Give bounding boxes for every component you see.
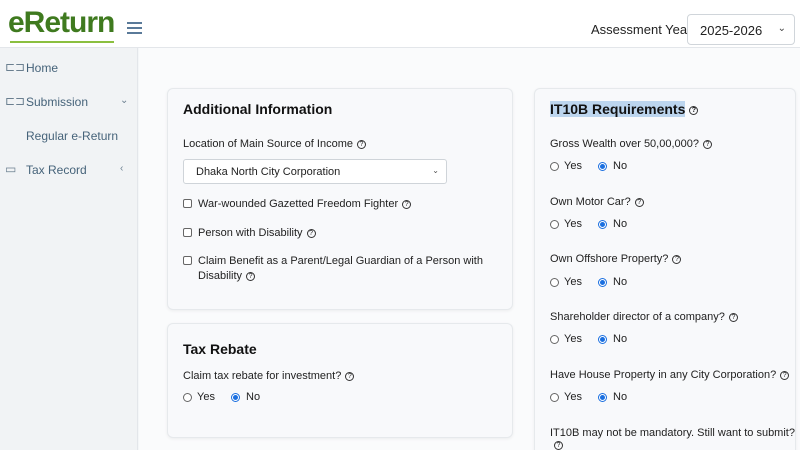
radio-no[interactable] xyxy=(231,393,240,402)
location-label: Location of Main Source of Income? xyxy=(183,138,366,150)
help-icon[interactable]: ? xyxy=(306,228,316,238)
tax-record-icon: ▭ xyxy=(5,162,17,176)
checkbox-label: Person with Disability? xyxy=(198,226,316,241)
radio-no-label: No xyxy=(613,333,628,345)
chevron-down-icon: ⌄ xyxy=(777,23,786,34)
card-title: Tax Rebate xyxy=(183,341,257,357)
sidebar-item-label: Tax Record xyxy=(26,163,87,177)
radio-yes-label: Yes xyxy=(564,276,582,288)
radio-yes[interactable] xyxy=(550,162,559,171)
card-title: IT10B Requirements? xyxy=(550,101,699,117)
help-icon[interactable]: ? xyxy=(634,197,644,207)
additional-information-card: Additional Information Location of Main … xyxy=(167,88,513,310)
help-icon[interactable]: ? xyxy=(689,105,699,115)
assessment-year-label: Assessment Year xyxy=(591,22,692,37)
radio-yes-label: Yes xyxy=(197,391,215,403)
car-icon: ⊏⊐ xyxy=(5,60,26,74)
radio-no[interactable] xyxy=(598,162,607,171)
help-icon[interactable]: ? xyxy=(780,370,790,380)
chevron-down-icon: ⌄ xyxy=(432,166,439,175)
sidebar-item-regular-ereturn[interactable]: Regular e-Return xyxy=(0,125,138,149)
it10b-question: Gross Wealth over 50,00,000?? xyxy=(550,138,712,150)
sidebar-item-submission[interactable]: ⊏⊐ Submission ⌄ xyxy=(0,91,138,115)
sidebar-item-label: Submission xyxy=(26,95,89,109)
radio-no-label: No xyxy=(613,160,628,172)
radio-no-label: No xyxy=(246,391,261,403)
location-value: Dhaka North City Corporation xyxy=(196,166,341,178)
checkbox-disability[interactable] xyxy=(183,228,192,237)
it10b-question: Shareholder director of a company?? xyxy=(550,311,738,323)
radio-yes[interactable] xyxy=(550,335,559,344)
it10b-question: Own Offshore Property?? xyxy=(550,253,682,265)
location-select[interactable]: Dhaka North City Corporation ⌄ xyxy=(183,159,447,184)
radio-yes[interactable] xyxy=(550,220,559,229)
help-icon[interactable]: ? xyxy=(554,440,563,450)
help-icon[interactable]: ? xyxy=(356,139,366,149)
card-title: Additional Information xyxy=(183,101,333,117)
help-icon[interactable]: ? xyxy=(728,312,738,322)
help-icon[interactable]: ? xyxy=(246,271,256,281)
help-icon[interactable]: ? xyxy=(402,199,412,209)
sidebar-item-label: Home xyxy=(26,61,59,75)
checkbox-label: Claim Benefit as a Parent/Legal Guardian… xyxy=(198,255,483,282)
chevron-left-icon: ‹ xyxy=(120,163,124,174)
radio-yes-label: Yes xyxy=(564,218,582,230)
tax-rebate-question: Claim tax rebate for investment?? xyxy=(183,370,355,382)
tax-rebate-card: Tax Rebate Claim tax rebate for investme… xyxy=(167,323,513,438)
sidebar-item-label: Regular e-Return xyxy=(26,129,119,143)
checkbox-freedom-fighter[interactable] xyxy=(183,199,192,208)
vehicle-icon: ⊏⊐ xyxy=(5,94,26,108)
radio-yes[interactable] xyxy=(183,393,192,402)
radio-yes[interactable] xyxy=(550,278,559,287)
it10b-question: Have House Property in any City Corporat… xyxy=(550,369,790,381)
checkbox-guardian-benefit[interactable] xyxy=(183,256,192,265)
hamburger-menu-icon[interactable] xyxy=(127,22,142,34)
sidebar-item-tax-record[interactable]: ▭ Tax Record ‹ xyxy=(0,159,138,183)
it10b-requirements-card: IT10B Requirements? Gross Wealth over 50… xyxy=(534,88,796,450)
sidebar-item-home[interactable]: ⊏⊐ Home xyxy=(0,57,138,81)
radio-no[interactable] xyxy=(598,335,607,344)
top-header: eReturn Assessment Year 2025-2026 ⌄ xyxy=(0,0,800,48)
it10b-question: Own Motor Car?? xyxy=(550,196,644,208)
radio-no[interactable] xyxy=(598,393,607,402)
radio-no[interactable] xyxy=(598,278,607,287)
sidebar: ⊏⊐ Home ⊏⊐ Submission ⌄ Regular e-Return… xyxy=(0,48,138,450)
radio-no-label: No xyxy=(613,391,628,403)
radio-no-label: No xyxy=(613,218,628,230)
radio-yes-label: Yes xyxy=(564,333,582,345)
help-icon[interactable]: ? xyxy=(345,371,355,381)
main-content: Additional Information Location of Main … xyxy=(139,48,800,450)
radio-yes-label: Yes xyxy=(564,391,582,403)
help-icon[interactable]: ? xyxy=(672,254,682,264)
radio-yes[interactable] xyxy=(550,393,559,402)
chevron-down-icon: ⌄ xyxy=(120,95,129,106)
ereturn-logo[interactable]: eReturn xyxy=(8,6,115,40)
assessment-year-select[interactable]: 2025-2026 ⌄ xyxy=(687,14,795,45)
it10b-question: IT10B may not be mandatory. Still want t… xyxy=(550,427,795,450)
radio-no-label: No xyxy=(613,276,628,288)
assessment-year-value: 2025-2026 xyxy=(700,23,763,38)
logo-underline xyxy=(10,41,114,43)
radio-no[interactable] xyxy=(598,220,607,229)
checkbox-label: War-wounded Gazetted Freedom Fighter? xyxy=(198,197,412,212)
radio-yes-label: Yes xyxy=(564,160,582,172)
help-icon[interactable]: ? xyxy=(703,139,712,149)
